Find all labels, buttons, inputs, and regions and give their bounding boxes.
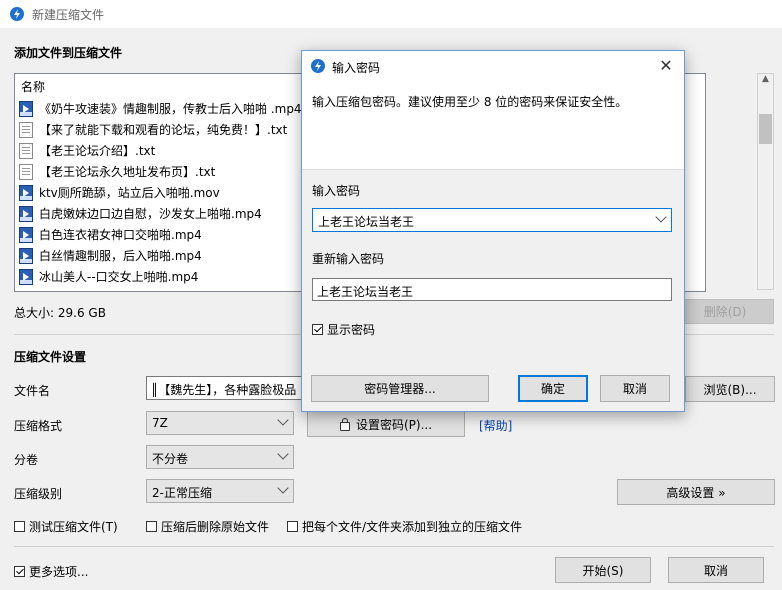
list-item[interactable]: ktv厕所跪舔，站立后入啪啪.mov bbox=[19, 182, 220, 203]
text-file-icon bbox=[19, 142, 33, 159]
video-file-icon bbox=[19, 100, 33, 117]
checkbox-box[interactable] bbox=[14, 521, 25, 532]
files-section-heading: 添加文件到压缩文件 bbox=[14, 46, 123, 60]
format-label: 压缩格式 bbox=[14, 419, 63, 433]
password-manager-button[interactable]: 密码管理器... bbox=[311, 375, 489, 402]
video-file-icon bbox=[19, 184, 33, 201]
delete-button[interactable]: 删除(D) bbox=[676, 299, 774, 324]
checkbox-box[interactable] bbox=[14, 566, 25, 577]
video-file-icon bbox=[19, 247, 33, 264]
video-file-icon bbox=[19, 205, 33, 222]
close-icon[interactable]: ✕ bbox=[656, 56, 676, 76]
delete-after-label: 压缩后删除原始文件 bbox=[161, 520, 270, 534]
text-file-icon bbox=[19, 163, 33, 180]
split-value: 不分卷 bbox=[152, 452, 189, 466]
scroll-thumb[interactable] bbox=[759, 114, 772, 144]
reenter-password-label: 重新输入密码 bbox=[312, 252, 385, 266]
list-item[interactable]: 白色连衣裙女神口交啪啪.mp4 bbox=[19, 224, 202, 245]
chevron-down-icon bbox=[277, 482, 289, 494]
dialog-title: 输入密码 bbox=[332, 61, 381, 75]
dialog-cancel-button[interactable]: 取消 bbox=[600, 375, 670, 402]
show-password-label: 显示密码 bbox=[327, 323, 376, 337]
start-button[interactable]: 开始(S) bbox=[555, 557, 651, 583]
password-dialog: 输入密码 ✕ 输入压缩包密码。建议使用至少 8 位的密码来保证安全性。 输入密码… bbox=[301, 50, 685, 412]
chevron-down-icon bbox=[277, 414, 289, 426]
set-password-button[interactable]: 设置密码(P)... bbox=[307, 411, 465, 437]
filename-value: ║【魏先生】，各种露脸极品 bbox=[151, 383, 297, 397]
file-name: 白色连衣裙女神口交啪啪.mp4 bbox=[39, 228, 202, 242]
column-header-name[interactable]: 名称 bbox=[21, 78, 45, 95]
window-title: 新建压缩文件 bbox=[32, 8, 105, 22]
help-link[interactable]: [帮助] bbox=[479, 417, 512, 434]
file-name: 白虎嫩妹边口边自慰，沙发女上啪啪.mp4 bbox=[39, 207, 262, 221]
file-name: 《奶牛攻速装》情趣制服，传教士后入啪啪 .mp4 bbox=[39, 102, 302, 116]
list-item[interactable]: 【老王论坛介绍】.txt bbox=[19, 140, 155, 161]
checkbox-box[interactable] bbox=[287, 521, 298, 532]
list-item[interactable]: 白虎嫩妹边口边自慰，沙发女上啪啪.mp4 bbox=[19, 203, 262, 224]
app-logo-icon bbox=[311, 59, 325, 73]
video-file-icon bbox=[19, 226, 33, 243]
filename-label: 文件名 bbox=[14, 384, 51, 398]
total-size: 总大小: 29.6 GB bbox=[14, 306, 106, 320]
more-options-label: 更多选项... bbox=[29, 565, 89, 579]
ok-button[interactable]: 确定 bbox=[518, 375, 588, 402]
file-list-scrollbar[interactable]: ▲ bbox=[757, 73, 774, 290]
window-titlebar: 新建压缩文件 bbox=[0, 0, 782, 28]
list-item[interactable]: 冰山美人--口交女上啪啪.mp4 bbox=[19, 266, 198, 287]
show-password-checkbox[interactable]: 显示密码 bbox=[312, 321, 375, 338]
more-options-checkbox[interactable]: 更多选项... bbox=[14, 563, 88, 580]
scroll-up-arrow-icon[interactable]: ▲ bbox=[758, 74, 773, 88]
split-select[interactable]: 不分卷 bbox=[146, 445, 294, 469]
file-name: 白丝情趣制服，后入啪啪.mp4 bbox=[39, 249, 202, 263]
delete-after-checkbox[interactable]: 压缩后删除原始文件 bbox=[146, 518, 269, 535]
cancel-button[interactable]: 取消 bbox=[668, 557, 764, 583]
settings-heading: 压缩文件设置 bbox=[14, 350, 87, 364]
list-item[interactable]: 【老王论坛永久地址发布页】.txt bbox=[19, 161, 215, 182]
list-item[interactable]: 【来了就能下载和观看的论坛，纯免费！】.txt bbox=[19, 119, 287, 140]
password-input[interactable]: 上老王论坛当老王 bbox=[312, 208, 672, 232]
set-password-label: 设置密码(P)... bbox=[355, 417, 433, 432]
file-name: 冰山美人--口交女上啪啪.mp4 bbox=[39, 270, 199, 284]
checkbox-box[interactable] bbox=[146, 521, 157, 532]
level-label: 压缩级别 bbox=[14, 487, 63, 501]
test-archive-checkbox[interactable]: 测试压缩文件(T) bbox=[14, 518, 118, 535]
file-name: 【来了就能下载和观看的论坛，纯免费！】.txt bbox=[39, 123, 288, 137]
checkbox-box[interactable] bbox=[312, 324, 323, 335]
chevron-down-icon bbox=[277, 448, 289, 460]
list-item[interactable]: 《奶牛攻速装》情趣制服，传教士后入啪啪 .mp4 bbox=[19, 98, 302, 119]
password-value: 上老王论坛当老王 bbox=[318, 215, 415, 229]
format-value: 7Z bbox=[152, 416, 168, 430]
dialog-description: 输入压缩包密码。建议使用至少 8 位的密码来保证安全性。 bbox=[312, 95, 628, 109]
test-archive-label: 测试压缩文件(T) bbox=[29, 520, 118, 534]
advanced-settings-button[interactable]: 高级设置 » bbox=[617, 479, 775, 505]
reenter-password-value: 上老王论坛当老王 bbox=[317, 285, 414, 299]
video-file-icon bbox=[19, 268, 33, 285]
reenter-password-input[interactable]: 上老王论坛当老王 bbox=[312, 278, 672, 301]
file-name: ktv厕所跪舔，站立后入啪啪.mov bbox=[39, 186, 220, 200]
password-label: 输入密码 bbox=[312, 184, 361, 198]
divider bbox=[14, 546, 774, 547]
file-name: 【老王论坛介绍】.txt bbox=[39, 144, 156, 158]
file-name: 【老王论坛永久地址发布页】.txt bbox=[39, 165, 216, 179]
list-item[interactable]: 白丝情趣制服，后入啪啪.mp4 bbox=[19, 245, 202, 266]
dialog-titlebar: 输入密码 ✕ bbox=[302, 51, 684, 81]
divider bbox=[302, 169, 684, 170]
split-label: 分卷 bbox=[14, 453, 39, 467]
app-logo-icon bbox=[10, 7, 24, 21]
separate-archives-label: 把每个文件/文件夹添加到独立的压缩文件 bbox=[302, 520, 523, 534]
separate-archives-checkbox[interactable]: 把每个文件/文件夹添加到独立的压缩文件 bbox=[287, 518, 522, 535]
text-file-icon bbox=[19, 121, 33, 138]
format-select[interactable]: 7Z bbox=[146, 411, 294, 435]
lock-icon bbox=[339, 417, 350, 431]
browse-button[interactable]: 浏览(B)... bbox=[685, 376, 775, 402]
chevron-down-icon[interactable] bbox=[655, 211, 667, 223]
filename-input[interactable]: ║【魏先生】，各种露脸极品 bbox=[146, 376, 306, 400]
level-select[interactable]: 2-正常压缩 bbox=[146, 479, 294, 503]
level-value: 2-正常压缩 bbox=[152, 486, 212, 500]
